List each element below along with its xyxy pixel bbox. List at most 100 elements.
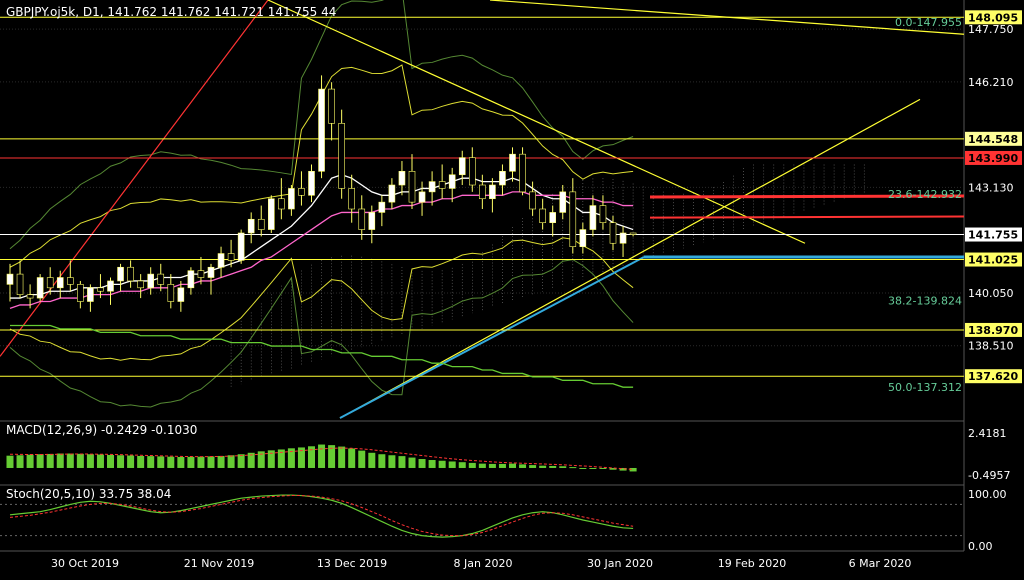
- time-axis: 30 Oct 2019 21 Nov 2019 13 Dec 2019 8 Jan 2…: [51, 557, 911, 570]
- candle-body: [448, 174, 456, 189]
- candle-body: [619, 232, 627, 244]
- macd-bar: [589, 467, 597, 469]
- candle-body: [479, 184, 486, 200]
- date-tick: 6 Mar 2020: [849, 557, 912, 570]
- macd-scale-bottom: -0.4957: [968, 469, 1010, 482]
- candle-body: [529, 191, 536, 210]
- candle-body: [157, 273, 165, 285]
- macd-bar: [559, 466, 567, 468]
- macd-bar: [408, 457, 416, 468]
- macd-bar: [599, 467, 607, 469]
- price-tick: 140.050: [968, 287, 1014, 300]
- macd-bar: [498, 463, 506, 468]
- candle-body: [318, 88, 325, 172]
- candle-body: [247, 218, 255, 234]
- macd-bar: [96, 454, 104, 468]
- macd-bar: [468, 462, 476, 468]
- candle-body: [559, 191, 567, 213]
- macd-bar: [438, 460, 446, 468]
- candle-body: [438, 181, 446, 189]
- macd-bar: [227, 455, 235, 468]
- macd-bar: [167, 456, 175, 468]
- candle-body: [288, 188, 295, 210]
- bollinger-bands: [9, 0, 634, 408]
- macd-bar: [388, 455, 396, 468]
- candle-body: [458, 157, 466, 176]
- candle-body: [257, 218, 265, 230]
- candle-body: [519, 153, 526, 193]
- candle-body: [77, 284, 84, 302]
- candle-body: [67, 277, 74, 285]
- macd-bar: [529, 465, 537, 468]
- fib-label: 50.0-137.312: [888, 381, 962, 394]
- price-box-label: 143.990: [968, 152, 1018, 165]
- price-box-label: 141.755: [968, 229, 1018, 242]
- level-red-thin: [649, 215, 965, 219]
- macd-bar: [378, 454, 386, 468]
- macd-bar: [117, 455, 125, 468]
- candlesticks: [6, 75, 637, 312]
- macd-bar: [46, 453, 54, 468]
- macd-bar: [187, 456, 195, 468]
- macd-label: MACD(12,26,9) -0.2429 -0.1030: [6, 423, 198, 437]
- candle-body: [87, 287, 94, 302]
- date-tick: 13 Dec 2019: [317, 557, 387, 570]
- candle-body: [609, 222, 617, 244]
- candle-body: [358, 208, 366, 230]
- candle-body: [46, 277, 54, 289]
- candle-body: [207, 266, 215, 278]
- trendline-blue: [339, 256, 645, 419]
- fib-label: 38.2-139.824: [888, 295, 962, 308]
- price-box-label: 144.548: [968, 133, 1018, 146]
- candle-body: [56, 277, 64, 289]
- candle-body: [197, 270, 205, 278]
- macd-scale-top: 2.4181: [968, 427, 1007, 440]
- candle-body: [338, 123, 345, 189]
- macd-bar: [26, 454, 34, 468]
- candle-body: [348, 188, 356, 210]
- macd-bar: [86, 454, 94, 468]
- macd-bar: [207, 456, 215, 468]
- candle-body: [298, 188, 305, 196]
- trendline-red: [0, 0, 269, 357]
- macd-bar: [519, 464, 527, 468]
- candle-body: [499, 171, 506, 186]
- price-box-label: 137.620: [968, 370, 1018, 383]
- candle-body: [137, 280, 144, 289]
- candle-body: [167, 284, 175, 302]
- candle-body: [428, 181, 436, 193]
- macd-bar: [549, 465, 557, 468]
- macd-bar: [358, 450, 366, 468]
- chart-window[interactable]: 0.0-147.955 23.6-142.932 38.2-139.824 50.0-…: [0, 0, 1024, 576]
- candle-body: [177, 287, 185, 302]
- moving-averages: [9, 174, 634, 388]
- macd-bar: [509, 463, 516, 468]
- candle-body: [26, 294, 34, 299]
- date-tick: 8 Jan 2020: [454, 557, 513, 570]
- candle-body: [97, 287, 104, 292]
- fib-label: 23.6-142.932: [888, 188, 962, 201]
- macd-bar: [488, 463, 496, 468]
- candle-body: [227, 253, 235, 261]
- candle-body: [468, 157, 476, 186]
- candle-body: [398, 171, 406, 186]
- candle-body: [16, 273, 24, 295]
- candle-body: [278, 198, 285, 210]
- grid-lines: [0, 0, 965, 552]
- macd-bar: [127, 455, 135, 468]
- stoch-label: Stoch(20,5,10) 33.75 38.04: [6, 487, 172, 501]
- moving-average: [10, 174, 634, 299]
- stoch-scale-bottom: 0.00: [968, 540, 993, 553]
- date-tick: 30 Oct 2019: [51, 557, 119, 570]
- candle-body: [217, 253, 225, 268]
- price-box-label: 141.025: [968, 254, 1018, 267]
- macd-bar: [137, 455, 145, 468]
- macd-bar: [418, 459, 426, 468]
- candle-body: [579, 229, 587, 247]
- candle-body: [107, 280, 114, 292]
- price-tick: 138.510: [968, 340, 1014, 353]
- candle-body: [328, 88, 335, 124]
- candle-body: [489, 184, 496, 200]
- macd-bar: [539, 465, 547, 468]
- candle-body: [368, 212, 376, 230]
